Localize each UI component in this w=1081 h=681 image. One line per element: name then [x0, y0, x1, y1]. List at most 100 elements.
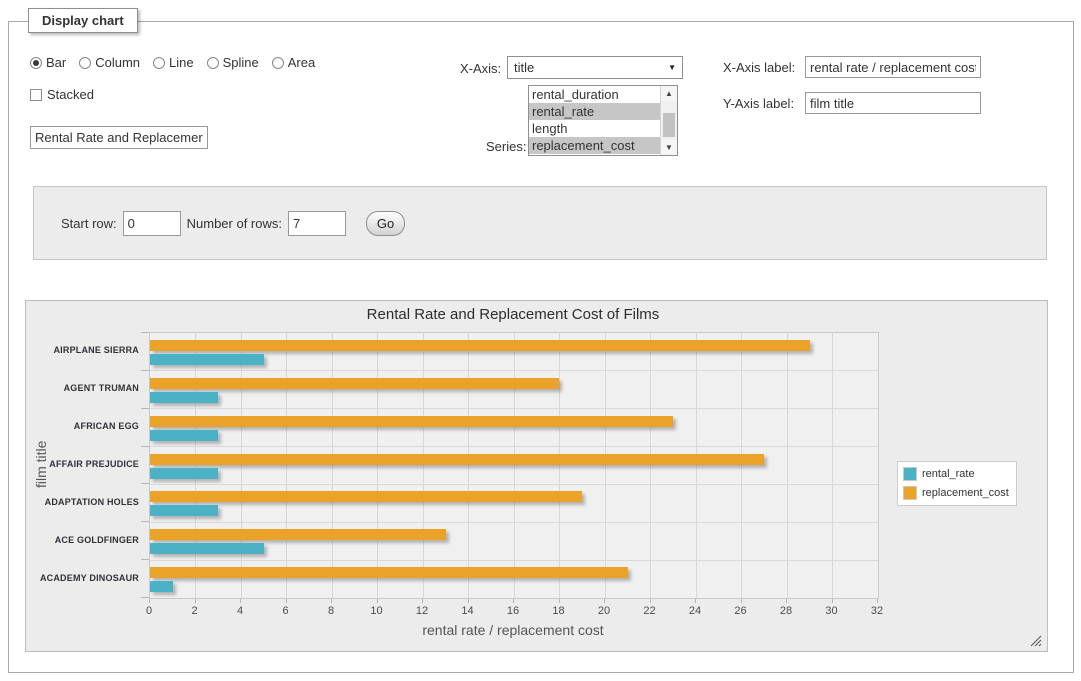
x-axis-tick	[604, 599, 605, 603]
chart-type-option-bar[interactable]: Bar	[30, 55, 66, 70]
gridline-vertical	[332, 333, 333, 598]
number-of-rows-input[interactable]	[288, 211, 346, 236]
series-scrollbar[interactable]: ▲ ▼	[660, 86, 677, 155]
y-axis-tick	[141, 597, 149, 598]
x-axis-tick	[650, 599, 651, 603]
bar-rental_rate	[150, 468, 218, 479]
stacked-label: Stacked	[47, 87, 94, 102]
chart-type-option-label: Bar	[46, 55, 66, 70]
x-axis-tick	[331, 599, 332, 603]
x-axis-tick	[832, 599, 833, 603]
chart-title: Rental Rate and Replacement Cost of Film…	[149, 306, 877, 323]
x-axis-tick-label: 16	[496, 605, 530, 617]
resize-handle-icon[interactable]	[1030, 635, 1042, 647]
bar-replacement_cost	[150, 491, 582, 502]
chart-type-option-label: Column	[95, 55, 140, 70]
radio-icon[interactable]	[207, 57, 219, 69]
gridline-horizontal	[150, 370, 878, 371]
x-axis-label-input[interactable]	[805, 56, 981, 78]
series-options: rental_durationrental_ratelengthreplacem…	[529, 86, 660, 155]
x-axis-tick-label: 2	[178, 605, 212, 617]
series-select-label: Series:	[486, 139, 526, 154]
series-option-replacement_cost[interactable]: replacement_cost	[529, 137, 660, 154]
radio-icon[interactable]	[272, 57, 284, 69]
legend-item-replacement_cost: replacement_cost	[903, 486, 1009, 500]
chart-title-input[interactable]	[30, 126, 208, 149]
scroll-down-icon[interactable]: ▼	[661, 140, 677, 155]
plot-area	[149, 332, 879, 599]
series-listbox[interactable]: rental_durationrental_ratelengthreplacem…	[528, 85, 678, 156]
chart-type-option-label: Spline	[223, 55, 259, 70]
x-axis-tick-label: 4	[223, 605, 257, 617]
scroll-up-icon[interactable]: ▲	[661, 86, 677, 101]
fieldset-legend: Display chart	[28, 8, 138, 33]
chart-type-option-label: Line	[169, 55, 194, 70]
y-axis-tick	[141, 483, 149, 484]
gridline-vertical	[741, 333, 742, 598]
chart-type-option-label: Area	[288, 55, 315, 70]
gridline-vertical	[241, 333, 242, 598]
x-axis-select[interactable]: title ▼	[507, 56, 683, 79]
gridline-vertical	[832, 333, 833, 598]
gridline-vertical	[787, 333, 788, 598]
x-axis-tick	[877, 599, 878, 603]
x-axis-tick	[695, 599, 696, 603]
x-axis-tick-label: 28	[769, 605, 803, 617]
radio-icon[interactable]	[153, 57, 165, 69]
gridline-vertical	[559, 333, 560, 598]
x-axis-tick-label: 14	[451, 605, 485, 617]
y-axis-label-caption: Y-Axis label:	[723, 96, 794, 111]
x-axis-tick	[559, 599, 560, 603]
x-axis-tick-label: 32	[860, 605, 894, 617]
start-row-input[interactable]	[123, 211, 181, 236]
category-label: AGENT TRUMAN	[26, 383, 139, 394]
bar-rental_rate	[150, 581, 173, 592]
series-option-rental_rate[interactable]: rental_rate	[529, 103, 660, 120]
x-axis-tick-label: 6	[269, 605, 303, 617]
scrollbar-thumb[interactable]	[663, 113, 675, 137]
gridline-horizontal	[150, 484, 878, 485]
x-axis-tick	[240, 599, 241, 603]
y-axis-tick	[141, 408, 149, 409]
x-axis-tick-label: 22	[633, 605, 667, 617]
x-axis-tick	[286, 599, 287, 603]
gridline-horizontal	[150, 522, 878, 523]
x-axis-tick-label: 12	[405, 605, 439, 617]
legend-label: rental_rate	[922, 468, 975, 480]
bar-rental_rate	[150, 392, 218, 403]
y-axis-label-input[interactable]	[805, 92, 981, 114]
x-axis-selected-value: title	[514, 60, 534, 75]
radio-icon[interactable]	[79, 57, 91, 69]
x-axis-tick-label: 26	[724, 605, 758, 617]
gridline-vertical	[696, 333, 697, 598]
gridline-vertical	[605, 333, 606, 598]
legend-item-rental_rate: rental_rate	[903, 467, 1009, 481]
chart-type-option-line[interactable]: Line	[153, 55, 194, 70]
x-axis-tick	[377, 599, 378, 603]
chart-type-option-spline[interactable]: Spline	[207, 55, 259, 70]
bar-rental_rate	[150, 354, 264, 365]
x-axis-tick	[513, 599, 514, 603]
stacked-checkbox-row[interactable]: Stacked	[30, 87, 94, 102]
bar-rental_rate	[150, 543, 264, 554]
scrollbar-track[interactable]	[661, 101, 677, 140]
x-axis-tick	[741, 599, 742, 603]
x-axis-tick	[422, 599, 423, 603]
row-range-panel: Start row: Number of rows: Go	[33, 186, 1047, 260]
chart-type-option-area[interactable]: Area	[272, 55, 315, 70]
number-of-rows-label: Number of rows:	[187, 216, 282, 231]
series-option-length[interactable]: length	[529, 120, 660, 137]
category-label: AFFAIR PREJUDICE	[26, 459, 139, 470]
chevron-down-icon: ▼	[668, 63, 676, 72]
bar-replacement_cost	[150, 416, 673, 427]
category-label: ADAPTATION HOLES	[26, 497, 139, 508]
radio-icon[interactable]	[30, 57, 42, 69]
stacked-checkbox[interactable]	[30, 89, 42, 101]
bar-rental_rate	[150, 505, 218, 516]
series-option-rental_duration[interactable]: rental_duration	[529, 86, 660, 103]
legend-swatch-icon	[903, 486, 917, 500]
go-button[interactable]: Go	[366, 211, 405, 236]
y-axis-tick	[141, 446, 149, 447]
x-axis-tick-label: 20	[587, 605, 621, 617]
chart-type-option-column[interactable]: Column	[79, 55, 140, 70]
